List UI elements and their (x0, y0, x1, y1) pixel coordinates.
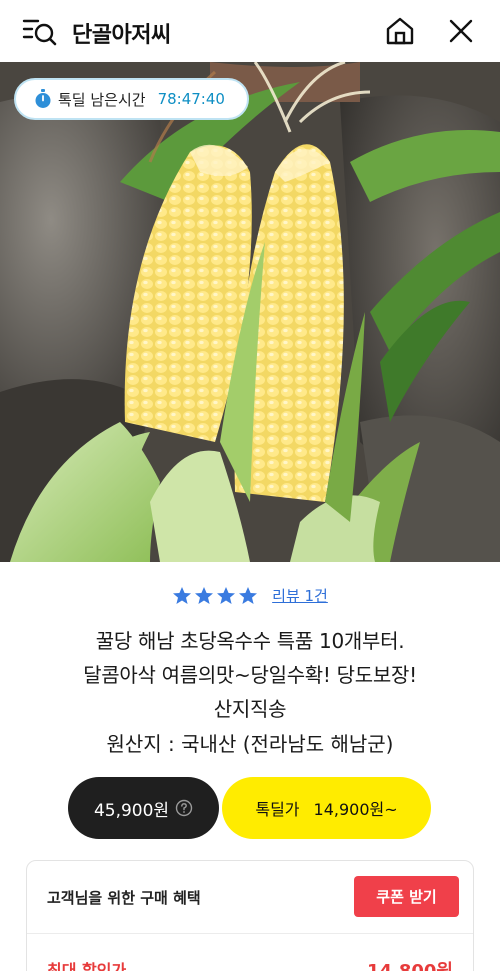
regular-price: 45,900원 (93, 800, 170, 821)
close-icon[interactable] (446, 15, 476, 47)
star-icon (239, 586, 258, 604)
star-icon (195, 586, 214, 604)
benefit-title: 고객님을 위한 구매 혜택 (47, 889, 201, 907)
product-title-line: 달콤아삭 여름의맛~당일수확! 당도보장! (83, 663, 417, 687)
star-rating (172, 586, 258, 606)
benefit-card: 고객님을 위한 구매 혜택 쿠폰 받기 최대 할인가 14,800원 (26, 860, 474, 971)
timer-label: 톡딜 남은시간 (58, 90, 146, 109)
max-discount-value: 14,800원 (367, 957, 453, 971)
timer-value: 78:47:40 (157, 90, 225, 108)
product-image[interactable] (0, 62, 500, 562)
stopwatch-icon (35, 89, 51, 108)
rating-row: 리뷰 1건 (0, 585, 500, 606)
product-title-line: 꿀당 해남 초당옥수수 특품 10개부터. (95, 629, 405, 653)
divider (27, 933, 473, 934)
star-icon (173, 586, 192, 604)
deal-price: 14,900원~ (313, 800, 398, 819)
star-icon (217, 586, 236, 604)
coupon-button[interactable]: 쿠폰 받기 (354, 876, 459, 917)
top-header: 단골아저씨 (0, 0, 500, 62)
product-origin: 원산지 : 국내산 (전라남도 해남군) (106, 732, 394, 756)
product-title: 꿀당 해남 초당옥수수 특품 10개부터. 달콤아삭 여름의맛~당일수확! 당도… (20, 624, 480, 726)
product-title-line: 산지직송 (213, 697, 287, 721)
max-discount-label: 최대 할인가 (47, 961, 127, 971)
review-link[interactable]: 리뷰 1건 (272, 585, 328, 606)
store-title: 단골아저씨 (72, 23, 171, 48)
deal-timer: 톡딜 남은시간 78:47:40 (14, 78, 249, 120)
menu-search-icon[interactable] (22, 16, 58, 48)
deal-price-button[interactable]: 톡딜가 14,900원~ (222, 777, 431, 839)
help-icon[interactable] (175, 799, 193, 817)
home-icon[interactable] (384, 15, 416, 47)
regular-price-button[interactable]: 45,900원 (68, 777, 219, 839)
deal-label: 톡딜가 (255, 800, 300, 819)
